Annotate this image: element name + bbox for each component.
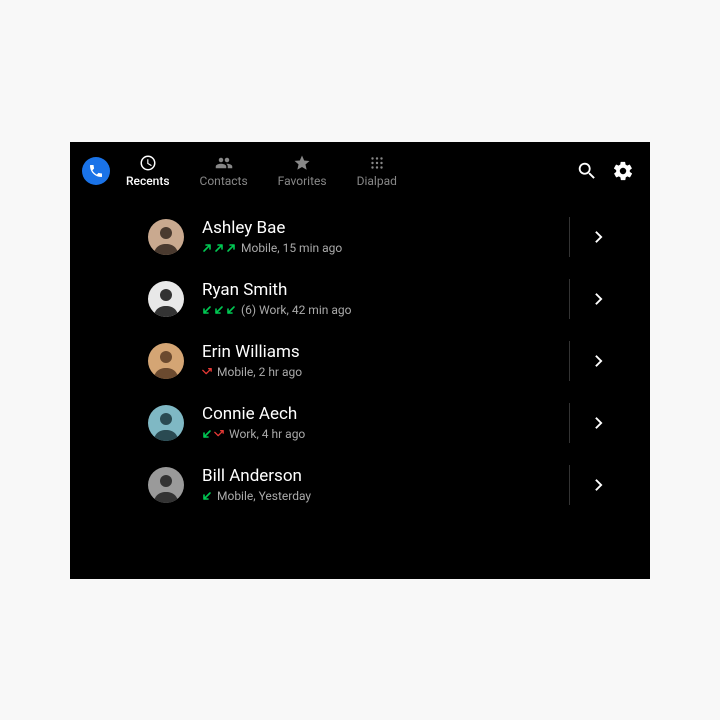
row-divider	[569, 217, 570, 257]
outgoing-call-icon	[226, 243, 236, 253]
call-direction-icons	[202, 243, 236, 253]
call-direction-icons	[202, 305, 236, 315]
row-divider	[569, 403, 570, 443]
call-row[interactable]: Erin Williams Mobile, 2 hr ago	[70, 330, 650, 392]
call-meta: (6) Work, 42 min ago	[202, 303, 559, 317]
call-meta: Mobile, 15 min ago	[202, 241, 559, 255]
tab-label: Favorites	[278, 174, 327, 188]
details-button[interactable]	[590, 353, 606, 369]
incoming-call-icon	[202, 429, 212, 439]
outgoing-call-icon	[214, 243, 224, 253]
chevron-right-icon	[594, 230, 603, 244]
details-button[interactable]	[590, 229, 606, 245]
tab-label: Dialpad	[357, 174, 397, 188]
call-row[interactable]: Ryan Smith (6) Work, 42 min ago	[70, 268, 650, 330]
call-direction-icons	[202, 367, 212, 377]
call-line-time: Mobile, 15 min ago	[241, 241, 342, 255]
nav-tabs: Recents Contacts Favorites Dialpad	[126, 154, 397, 188]
phone-app-icon	[82, 157, 110, 185]
call-direction-icons	[202, 429, 224, 439]
avatar	[148, 219, 184, 255]
row-divider	[569, 279, 570, 319]
call-meta: Work, 4 hr ago	[202, 427, 559, 441]
tab-label: Contacts	[200, 174, 248, 188]
avatar	[148, 467, 184, 503]
star-icon	[293, 154, 311, 172]
call-info: Ashley Bae Mobile, 15 min ago	[202, 218, 559, 255]
call-meta: Mobile, 2 hr ago	[202, 365, 559, 379]
tab-contacts[interactable]: Contacts	[200, 154, 248, 188]
recent-calls-list: Ashley Bae Mobile, 15 min ago Ryan Smith (6…	[70, 200, 650, 522]
tab-recents[interactable]: Recents	[126, 154, 170, 188]
avatar	[148, 343, 184, 379]
call-count: (6)	[241, 303, 256, 317]
contact-name: Ashley Bae	[202, 218, 559, 238]
chevron-right-icon	[594, 292, 603, 306]
incoming-call-icon	[226, 305, 236, 315]
phone-app-screen: Recents Contacts Favorites Dialpad Ashle…	[70, 142, 650, 579]
call-row[interactable]: Connie Aech Work, 4 hr ago	[70, 392, 650, 454]
avatar	[148, 405, 184, 441]
contact-name: Erin Williams	[202, 342, 559, 362]
dialpad-icon	[368, 154, 386, 172]
people-icon	[215, 154, 233, 172]
incoming-call-icon	[214, 305, 224, 315]
chevron-right-icon	[594, 354, 603, 368]
clock-icon	[139, 154, 157, 172]
chevron-right-icon	[594, 478, 603, 492]
search-icon	[576, 160, 598, 182]
gear-icon	[612, 160, 634, 182]
call-line-time: Work, 4 hr ago	[229, 427, 305, 441]
tab-dialpad[interactable]: Dialpad	[357, 154, 397, 188]
row-divider	[569, 465, 570, 505]
contact-name: Connie Aech	[202, 404, 559, 424]
call-meta: Mobile, Yesterday	[202, 489, 559, 503]
call-direction-icons	[202, 491, 212, 501]
call-info: Erin Williams Mobile, 2 hr ago	[202, 342, 559, 379]
call-line-time: Mobile, 2 hr ago	[217, 365, 302, 379]
incoming-call-icon	[202, 305, 212, 315]
details-button[interactable]	[590, 291, 606, 307]
details-button[interactable]	[590, 415, 606, 431]
tab-favorites[interactable]: Favorites	[278, 154, 327, 188]
missed-call-icon	[202, 367, 212, 377]
details-button[interactable]	[590, 477, 606, 493]
call-row[interactable]: Ashley Bae Mobile, 15 min ago	[70, 206, 650, 268]
call-info: Bill Anderson Mobile, Yesterday	[202, 466, 559, 503]
settings-button[interactable]	[608, 156, 638, 186]
outgoing-call-icon	[202, 243, 212, 253]
search-button[interactable]	[572, 156, 602, 186]
contact-name: Ryan Smith	[202, 280, 559, 300]
chevron-right-icon	[594, 416, 603, 430]
avatar	[148, 281, 184, 317]
incoming-call-icon	[202, 491, 212, 501]
call-line-time: Mobile, Yesterday	[217, 489, 311, 503]
missed-call-icon	[214, 429, 224, 439]
call-line-time: Work, 42 min ago	[259, 303, 351, 317]
contact-name: Bill Anderson	[202, 466, 559, 486]
call-info: Ryan Smith (6) Work, 42 min ago	[202, 280, 559, 317]
call-info: Connie Aech Work, 4 hr ago	[202, 404, 559, 441]
row-divider	[569, 341, 570, 381]
call-row[interactable]: Bill Anderson Mobile, Yesterday	[70, 454, 650, 516]
tab-label: Recents	[126, 174, 170, 188]
top-bar: Recents Contacts Favorites Dialpad	[70, 142, 650, 200]
